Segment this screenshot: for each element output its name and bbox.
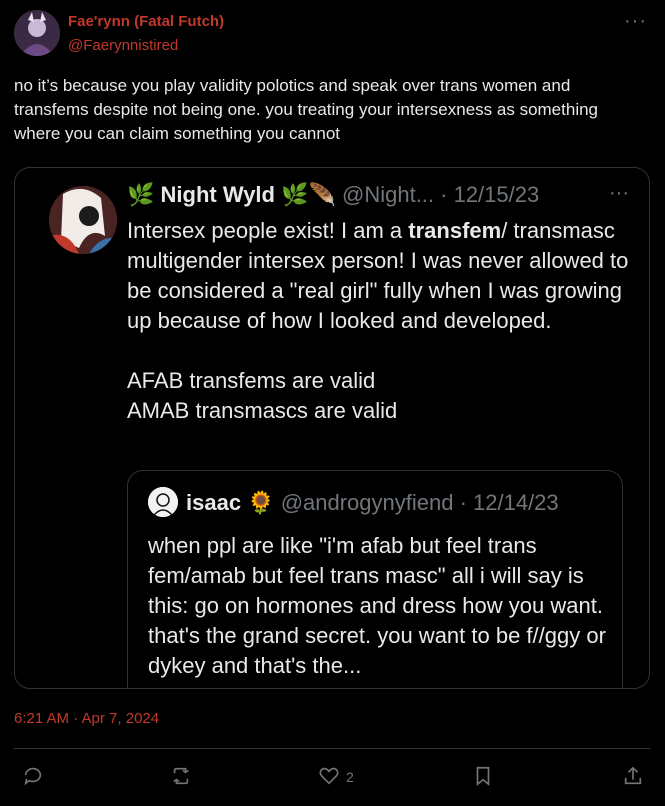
bookmark-icon [472, 765, 494, 790]
inner-quote-card[interactable]: isaac 🌻 @androgynyfiend · 12/14/23 when … [127, 470, 623, 688]
reply-button[interactable] [22, 762, 44, 792]
reply-icon [22, 765, 44, 790]
inner-quote-author-name[interactable]: isaac 🌻 [186, 490, 275, 515]
share-icon [622, 765, 644, 790]
divider [14, 748, 650, 749]
quote-more-icon[interactable]: ··· [609, 182, 629, 205]
share-button[interactable] [622, 762, 644, 792]
like-count: 2 [346, 769, 354, 785]
more-icon[interactable]: ··· [624, 10, 647, 33]
quote-line-amab: AMAB transmascs are valid [127, 398, 398, 423]
retweet-icon [170, 765, 192, 790]
like-button[interactable]: 2 [318, 762, 354, 792]
inner-quote-avatar[interactable] [148, 487, 178, 517]
author-name[interactable]: Fae'rynn (Fatal Futch) [68, 13, 224, 30]
quote-line-afab: AFAB transfems are valid [127, 368, 376, 393]
author-avatar[interactable] [14, 10, 60, 56]
retweet-button[interactable] [170, 762, 192, 792]
quote-text-pre: Intersex people exist! I am a [127, 218, 409, 243]
author-handle[interactable]: @Faerynnistired [68, 37, 178, 54]
quote-meta: @Night... · 12/15/23 [342, 182, 540, 207]
action-bar: 2 [14, 758, 650, 798]
quote-card[interactable]: 🌿 Night Wyld 🌿🪶 @Night... · 12/15/23 ···… [14, 167, 650, 689]
heart-icon [318, 765, 340, 790]
inner-quote-header: isaac 🌻 @androgynyfiend · 12/14/23 [148, 487, 559, 519]
quote-text-bold: transfem [408, 218, 502, 243]
quote-header: 🌿 Night Wyld 🌿🪶 @Night... · 12/15/23 ··· [127, 182, 629, 208]
tweet-text: no it’s because you play validity poloti… [14, 76, 599, 143]
tweet-timestamp[interactable]: 6:21 AM · Apr 7, 2024 [14, 710, 159, 727]
inner-quote-meta: @androgynyfiend · 12/14/23 [280, 489, 559, 515]
quote-text: Intersex people exist! I am a transfem/ … [127, 216, 637, 426]
inner-quote-text: when ppl are like "i'm afab but feel tra… [148, 533, 606, 678]
quote-author-name[interactable]: 🌿 Night Wyld 🌿🪶 [127, 182, 336, 207]
bookmark-button[interactable] [472, 762, 494, 792]
quote-author-avatar[interactable] [49, 186, 117, 254]
